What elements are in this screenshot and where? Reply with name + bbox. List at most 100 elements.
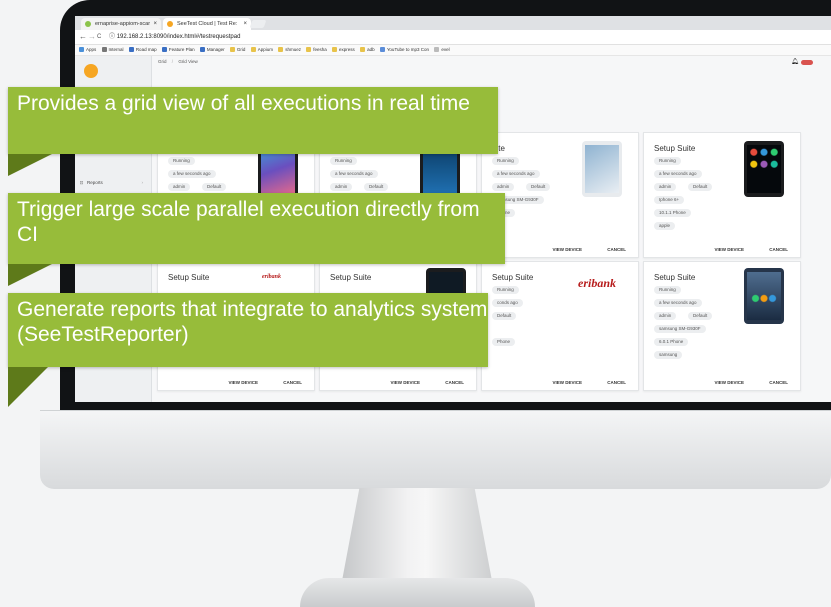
new-tab-button[interactable] [249, 20, 267, 28]
status-badge: Running [330, 157, 357, 165]
cancel-button[interactable]: CANCEL [769, 380, 788, 385]
folder-icon [229, 47, 235, 52]
bookmark-item[interactable]: Grid [229, 45, 245, 55]
view-device-button[interactable]: VIEW DEVICE [552, 247, 582, 252]
execution-card[interactable]: Setup Suite Running a few seconds ago ad… [643, 261, 801, 391]
callout-grid-view: Provides a grid view of all executions i… [8, 87, 498, 154]
browser-tab-2[interactable]: SeeTest Cloud | Test Re: × [163, 18, 251, 30]
breadcrumb-grid[interactable]: Grid [158, 59, 167, 64]
execution-card[interactable]: Setup Suite Running a few seconds ago ad… [643, 132, 801, 258]
forward-icon[interactable]: → [88, 31, 96, 43]
project-badge: Default [492, 312, 517, 320]
folder-icon [278, 47, 284, 52]
time-badge: a few seconds ago [654, 170, 702, 178]
reports-icon: ⊡ [79, 180, 84, 185]
chevron-right-icon: › [141, 180, 144, 185]
sidebar-item-reports[interactable]: ⊡ Reports › [79, 178, 145, 188]
device-screenshot [582, 141, 622, 197]
browser-tab-1[interactable]: ernaprise-appiom-scar × [81, 18, 161, 30]
bookmark-item[interactable]: Road map [128, 45, 157, 55]
bookmarks-bar: Apps Internal Road map Feature Plan Mana… [75, 45, 831, 56]
status-badge: Running [654, 286, 681, 294]
monitor-stand [341, 488, 493, 584]
card-title: Setup Suite [654, 144, 696, 153]
bookmark-item[interactable]: Feature Plan [161, 45, 195, 55]
bookmark-item[interactable]: Internal [101, 45, 124, 55]
time-badge: a few seconds ago [654, 299, 702, 307]
breadcrumb-grid-view: Grid View [178, 59, 198, 64]
view-device-button[interactable]: VIEW DEVICE [390, 380, 420, 385]
time-badge: a few seconds ago [330, 170, 378, 178]
callout-parallel-execution: Trigger large scale parallel execution d… [8, 193, 505, 264]
apps-icon [79, 47, 84, 52]
bookmark-item[interactable]: Apps [79, 45, 96, 55]
callout-tail [8, 367, 48, 407]
view-device-button[interactable]: VIEW DEVICE [228, 380, 258, 385]
tab-favicon-icon [85, 21, 91, 27]
status-badge: Running [654, 157, 681, 165]
folder-icon [332, 47, 338, 52]
folder-icon [360, 47, 366, 52]
browser-address-bar: ← → C ⓘ 192.168.2.13:8090/index.html#/te… [75, 30, 831, 45]
view-device-button[interactable]: VIEW DEVICE [552, 380, 582, 385]
callout-text: Provides a grid view of all executions i… [17, 92, 470, 115]
project-badge: Default [688, 312, 713, 320]
folder-icon [306, 47, 312, 52]
tab-close-icon[interactable]: × [153, 18, 157, 30]
card-title: Setup Suite [168, 273, 210, 282]
device-screenshot [744, 268, 784, 324]
callout-text: Trigger large scale parallel execution d… [17, 198, 480, 246]
status-badge: Running [492, 286, 519, 294]
view-device-button[interactable]: VIEW DEVICE [714, 380, 744, 385]
project-badge: Default [526, 183, 551, 191]
site-info-icon[interactable]: ⓘ [109, 34, 115, 40]
bell-icon[interactable]: 🔔︎ [791, 58, 799, 65]
os-badge: Phone [492, 338, 516, 346]
status-toggle[interactable] [801, 60, 813, 65]
page-icon [128, 47, 134, 52]
cancel-button[interactable]: CANCEL [445, 380, 464, 385]
user-badge: admin [168, 183, 191, 191]
execution-card[interactable]: Setup Suite Running conds ago Default Ph… [481, 261, 639, 391]
reload-icon[interactable]: C [97, 31, 101, 43]
bookmark-item[interactable]: Manager [199, 45, 225, 55]
url-input[interactable]: ⓘ 192.168.2.13:8090/index.html#/testrequ… [109, 32, 824, 42]
monitor-chin [40, 410, 831, 489]
bookmark-item[interactable]: evel [434, 45, 450, 55]
cancel-button[interactable]: CANCEL [283, 380, 302, 385]
card-title: Setup Suite [330, 273, 372, 282]
status-badge: Running [492, 157, 519, 165]
cancel-button[interactable]: CANCEL [607, 380, 626, 385]
time-badge: conds ago [492, 299, 523, 307]
os-badge: 10.1.1 Phone [654, 209, 691, 217]
device-badge: samsung SM-G930F [654, 325, 706, 333]
page-icon [161, 47, 167, 52]
back-icon[interactable]: ← [79, 31, 87, 43]
bookmark-item[interactable]: shmuez [278, 45, 301, 55]
bookmark-item[interactable]: YouTube to mp3 Con [379, 45, 429, 55]
cancel-button[interactable]: CANCEL [769, 247, 788, 252]
user-badge: admin [492, 183, 515, 191]
tab-close-icon[interactable]: × [243, 18, 247, 30]
user-badge: admin [654, 312, 677, 320]
card-title: Setup Suite [492, 273, 534, 282]
page-icon [199, 47, 205, 52]
app-brand-logo: eribank [578, 276, 617, 290]
device-screenshot [744, 141, 784, 197]
time-badge: a few seconds ago [492, 170, 540, 178]
page-icon [434, 47, 440, 52]
bookmark-item[interactable]: Appium [250, 45, 273, 55]
bookmark-item[interactable]: adb [360, 45, 375, 55]
callout-tail [8, 264, 52, 286]
app-logo-icon [84, 64, 98, 78]
bookmark-item[interactable]: express [332, 45, 355, 55]
project-badge: Default [202, 183, 227, 191]
bookmark-item[interactable]: feesha [306, 45, 327, 55]
manufacturer-badge: samsung [654, 351, 683, 359]
os-badge: 6.0.1 Phone [654, 338, 689, 346]
view-device-button[interactable]: VIEW DEVICE [714, 247, 744, 252]
callout-text: Generate reports that integrate to analy… [17, 298, 488, 346]
cancel-button[interactable]: CANCEL [607, 247, 626, 252]
project-badge: Default [364, 183, 389, 191]
page-icon [101, 47, 107, 52]
